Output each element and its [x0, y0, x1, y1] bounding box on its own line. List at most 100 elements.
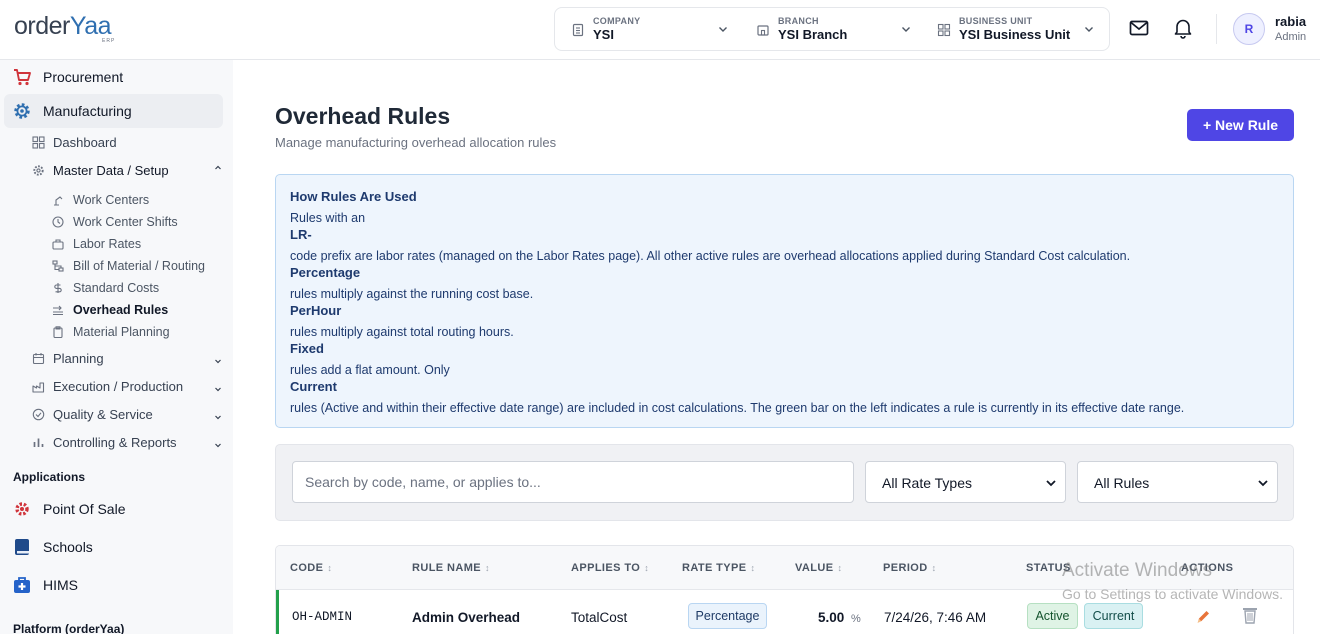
sidebar-item-material-planning[interactable]: Material Planning: [0, 321, 233, 343]
windows-watermark-title: Activate Windows: [1062, 560, 1212, 581]
brand-sub: ERP: [102, 38, 116, 44]
col-rate-type[interactable]: RATE TYPE ↕: [682, 562, 755, 574]
store-icon: [757, 25, 769, 36]
chevron-up-icon: [215, 165, 221, 170]
business-unit-value: YSI Business Unit: [959, 27, 1071, 42]
info-term: LR-: [290, 227, 312, 242]
sidebar-item-labor-rates[interactable]: Labor Rates: [0, 233, 233, 255]
building-icon: [572, 23, 584, 37]
info-term: Fixed: [290, 341, 324, 356]
new-rule-button[interactable]: + New Rule: [1187, 109, 1294, 141]
business-unit-selector[interactable]: BUSINESS UNIT YSI Business Unit: [921, 8, 1109, 50]
rate-type-select[interactable]: All Rate Types: [865, 461, 1066, 503]
sort-icon[interactable]: ↕: [644, 563, 649, 573]
edit-icon[interactable]: [1195, 608, 1212, 625]
sort-icon[interactable]: ↕: [751, 563, 756, 573]
branch-selector[interactable]: BRANCH YSI Branch: [740, 8, 923, 50]
sidebar-item-master-data[interactable]: Master Data / Setup: [0, 159, 233, 181]
sidebar-item-label: Execution / Production: [53, 379, 184, 394]
sidebar-item-execution[interactable]: Execution / Production: [0, 375, 233, 397]
robot-arm-icon: [54, 196, 63, 206]
factory-icon: [32, 382, 45, 393]
sidebar-item-dashboard[interactable]: Dashboard: [0, 131, 233, 153]
user-role: Admin: [1275, 31, 1307, 43]
col-period[interactable]: PERIOD ↕: [883, 562, 936, 574]
header-divider: [1216, 14, 1217, 44]
chevron-down-icon: [1046, 480, 1056, 487]
sidebar-item-work-centers[interactable]: Work Centers: [0, 189, 233, 211]
mail-icon[interactable]: [1129, 19, 1149, 37]
platform-heading: Platform (orderYaa): [13, 622, 125, 634]
sidebar-item-controlling[interactable]: Controlling & Reports: [0, 431, 233, 453]
user-name[interactable]: rabia: [1275, 14, 1306, 29]
cell-name: Admin Overhead: [412, 610, 521, 625]
clock-icon: [52, 216, 64, 228]
filter-bar: All Rate Types All Rules: [275, 444, 1294, 521]
company-label: COMPANY: [593, 16, 641, 26]
brand-name-b: Yaa: [69, 12, 112, 40]
sidebar-item-standard-costs[interactable]: Standard Costs: [0, 277, 233, 299]
sidebar-item-planning[interactable]: Planning: [0, 347, 233, 369]
avatar[interactable]: R: [1233, 13, 1265, 45]
cell-value: 5.00: [818, 610, 845, 625]
rate-type-value: All Rate Types: [882, 475, 973, 491]
cell-period: 7/24/26, 7:46 AM: [884, 610, 987, 625]
sidebar-item-label: Labor Rates: [73, 237, 142, 251]
chevron-down-icon: [215, 415, 221, 420]
company-value: YSI: [593, 27, 614, 42]
company-selector[interactable]: COMPANY YSI: [555, 8, 740, 50]
bell-icon[interactable]: [1173, 17, 1193, 39]
grid-icon: [937, 23, 951, 37]
search-input[interactable]: [292, 461, 854, 503]
rules-select[interactable]: All Rules: [1077, 461, 1278, 503]
col-applies-label: APPLIES TO: [571, 562, 641, 574]
sidebar-item-procurement[interactable]: Procurement: [0, 60, 233, 94]
windows-watermark-text: Go to Settings to activate Windows.: [1062, 586, 1283, 602]
bar-chart-icon: [33, 438, 44, 447]
sidebar-item-label: Material Planning: [73, 325, 170, 339]
brand-logo[interactable]: orderYaa: [14, 12, 112, 41]
sidebar-item-point-of-sale[interactable]: Point Of Sale: [0, 491, 233, 525]
sidebar-item-label: Overhead Rules: [73, 303, 169, 317]
trash-icon[interactable]: [1242, 606, 1258, 624]
info-panel: How Rules Are Used Rules with an LR- cod…: [275, 174, 1294, 428]
col-name-label: RULE NAME: [412, 562, 481, 574]
chevron-down-icon: [215, 443, 221, 448]
sidebar-item-work-center-shifts[interactable]: Work Center Shifts: [0, 211, 233, 233]
col-applies[interactable]: APPLIES TO ↕: [571, 562, 649, 574]
sort-icon[interactable]: ↕: [485, 563, 490, 573]
sidebar-item-label: Dashboard: [53, 135, 117, 150]
gear-icon: [14, 103, 30, 119]
sidebar-item-label: Master Data / Setup: [53, 163, 169, 178]
col-code[interactable]: CODE ↕: [290, 562, 332, 574]
medical-kit-icon: [14, 577, 30, 593]
sidebar-item-label: HIMS: [43, 577, 78, 593]
col-value-label: VALUE: [795, 562, 834, 574]
chevron-down-icon: [215, 387, 221, 392]
sort-icon[interactable]: ↕: [932, 563, 937, 573]
col-name[interactable]: RULE NAME ↕: [412, 562, 490, 574]
pos-icon: [15, 502, 29, 516]
split-arrows-icon: [53, 305, 63, 316]
sidebar-item-label: Point Of Sale: [43, 501, 126, 517]
branch-label: BRANCH: [778, 16, 819, 26]
sidebar-item-label: Planning: [53, 351, 104, 366]
sidebar-item-bom-routing[interactable]: Bill of Material / Routing: [0, 255, 233, 277]
sidebar-item-label: Work Center Shifts: [73, 215, 178, 229]
sidebar-item-manufacturing[interactable]: Manufacturing: [0, 94, 233, 128]
book-icon: [15, 539, 29, 555]
dashboard-icon: [32, 136, 45, 149]
sort-icon[interactable]: ↕: [327, 563, 332, 573]
sidebar-item-schools[interactable]: Schools: [0, 529, 233, 563]
page-title: Overhead Rules: [275, 103, 451, 129]
info-text: code prefix are labor rates (managed on …: [290, 249, 1131, 263]
sort-icon[interactable]: ↕: [837, 563, 842, 573]
sidebar-item-overhead-rules[interactable]: Overhead Rules: [0, 299, 233, 321]
page-subtitle: Manage manufacturing overhead allocation…: [275, 135, 557, 150]
col-value[interactable]: VALUE ↕: [795, 562, 842, 574]
info-text: rules multiply against the running cost …: [290, 287, 534, 301]
dollar-icon: [54, 283, 62, 293]
sidebar-item-hims[interactable]: HIMS: [0, 567, 233, 601]
info-term: PerHour: [290, 303, 342, 318]
sidebar-item-quality[interactable]: Quality & Service: [0, 403, 233, 425]
